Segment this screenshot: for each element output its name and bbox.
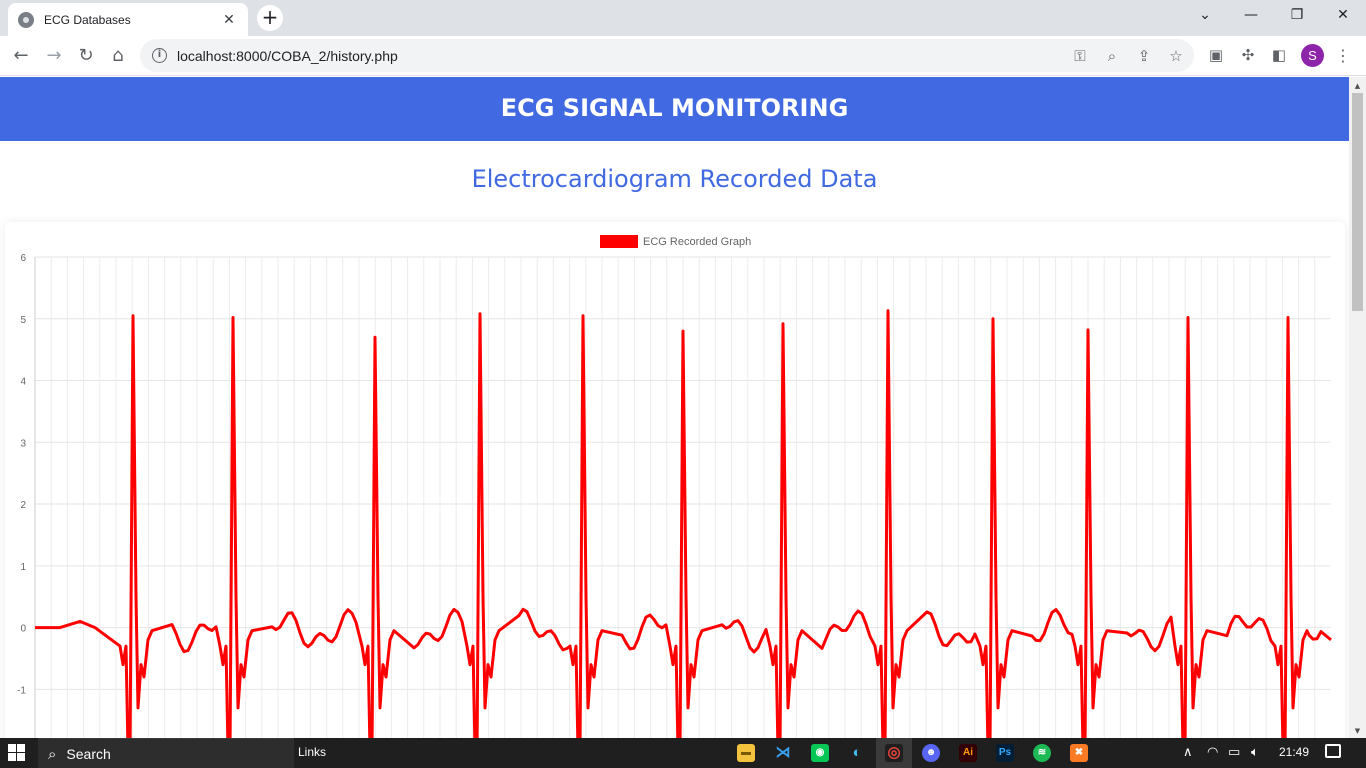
edge-icon[interactable]: ◐	[848, 744, 866, 762]
y-tick-label: 2	[20, 500, 26, 511]
profile-avatar[interactable]: S	[1301, 44, 1324, 67]
share-icon[interactable]: ⇪	[1134, 47, 1154, 65]
chart-card: 6543210-1-2 ECG Recorded Graph	[5, 222, 1345, 738]
globe-icon	[18, 11, 34, 28]
y-tick-label: 0	[20, 624, 26, 635]
y-tick-label: 3	[20, 438, 26, 449]
line-app-icon[interactable]: ◉	[811, 744, 829, 762]
url-text[interactable]: localhost:8000/COBA_2/history.php	[177, 48, 398, 64]
ecg-chart: 6543210-1-2 ECG Recorded Graph	[17, 235, 1332, 738]
bookmark-star-icon[interactable]: ☆	[1166, 47, 1186, 65]
search-icon: ⌕	[48, 744, 57, 763]
chrome-icon[interactable]: ◎	[885, 744, 903, 762]
scroll-down-icon[interactable]: ▼	[1349, 724, 1366, 738]
kebab-menu-icon[interactable]: ⋮	[1335, 44, 1351, 68]
address-bar[interactable]: i localhost:8000/COBA_2/history.php ⚿ ⌕ …	[140, 39, 1194, 72]
new-tab-button[interactable]: +	[257, 5, 283, 31]
vscode-icon[interactable]: ⋊	[774, 744, 792, 762]
spotify-icon[interactable]: ≋	[1033, 744, 1051, 762]
taskbar-clock[interactable]: 21:49	[1279, 745, 1309, 759]
photoshop-icon[interactable]: Ps	[996, 744, 1014, 762]
discord-icon[interactable]: ☻	[922, 744, 940, 762]
xampp-icon[interactable]: ✖	[1070, 744, 1088, 762]
notification-icon[interactable]	[1325, 744, 1341, 758]
scroll-up-icon[interactable]: ▲	[1349, 79, 1366, 93]
restore-button[interactable]: ❐	[1274, 0, 1320, 30]
y-tick-label: 5	[20, 315, 26, 326]
search-label: Search	[66, 745, 111, 762]
illustrator-icon[interactable]: Ai	[959, 744, 977, 762]
tab-search-icon[interactable]: ⌄	[1182, 0, 1228, 30]
windows-start-icon[interactable]	[8, 744, 26, 762]
puzzle-icon[interactable]: ✣	[1237, 46, 1259, 64]
chevron-up-icon[interactable]: ∧	[1183, 745, 1193, 760]
tab-title: ECG Databases	[44, 12, 131, 27]
scroll-thumb[interactable]	[1352, 93, 1363, 311]
taskbar: ⌕ Search Links ▬ ⋊ ◉ ◐ ◎ ☻ Ai Ps ≋ ✖ ∧ ◠…	[0, 738, 1366, 768]
legend-swatch	[600, 235, 638, 248]
y-tick-label: 6	[20, 253, 26, 264]
scrollbar[interactable]: ▲ ▼	[1349, 77, 1366, 738]
minimize-button[interactable]: —	[1228, 0, 1274, 30]
close-tab-icon[interactable]: ✕	[220, 12, 238, 28]
page-viewport: ECG SIGNAL MONITORING Electrocardiogram …	[0, 77, 1349, 738]
speaker-icon[interactable]: 🔈︎	[1251, 745, 1259, 760]
page-subtitle: Electrocardiogram Recorded Data	[471, 165, 878, 193]
y-tick-label: 1	[20, 562, 26, 573]
window-close-button[interactable]: ✕	[1320, 0, 1366, 30]
side-panel-icon[interactable]: ◧	[1268, 46, 1290, 64]
home-icon[interactable]: ⌂	[104, 42, 132, 70]
extension-icon[interactable]: ▣	[1205, 46, 1227, 64]
y-tick-label: -1	[17, 685, 26, 696]
site-info-icon[interactable]: i	[152, 48, 167, 63]
links-toolbar[interactable]: Links	[298, 745, 326, 759]
tab-strip: ECG Databases ✕ + ⌄ — ❐ ✕	[0, 0, 1366, 36]
key-icon[interactable]: ⚿	[1070, 47, 1090, 65]
y-tick-label: 4	[20, 377, 26, 388]
reload-icon[interactable]: ↻	[72, 42, 100, 70]
page-header: ECG SIGNAL MONITORING	[0, 77, 1349, 141]
taskbar-search[interactable]: ⌕ Search	[38, 738, 294, 768]
back-icon[interactable]: ←	[7, 42, 35, 70]
browser-toolbar: ← → ↻ ⌂ i localhost:8000/COBA_2/history.…	[0, 36, 1366, 76]
battery-icon[interactable]: ▭	[1228, 745, 1240, 760]
file-explorer-icon[interactable]: ▬	[737, 744, 755, 762]
zoom-icon[interactable]: ⌕	[1102, 47, 1122, 65]
browser-tab[interactable]: ECG Databases ✕	[8, 3, 248, 36]
forward-icon[interactable]: →	[40, 42, 68, 70]
wifi-icon[interactable]: ◠	[1207, 745, 1218, 760]
legend-label: ECG Recorded Graph	[643, 236, 751, 248]
